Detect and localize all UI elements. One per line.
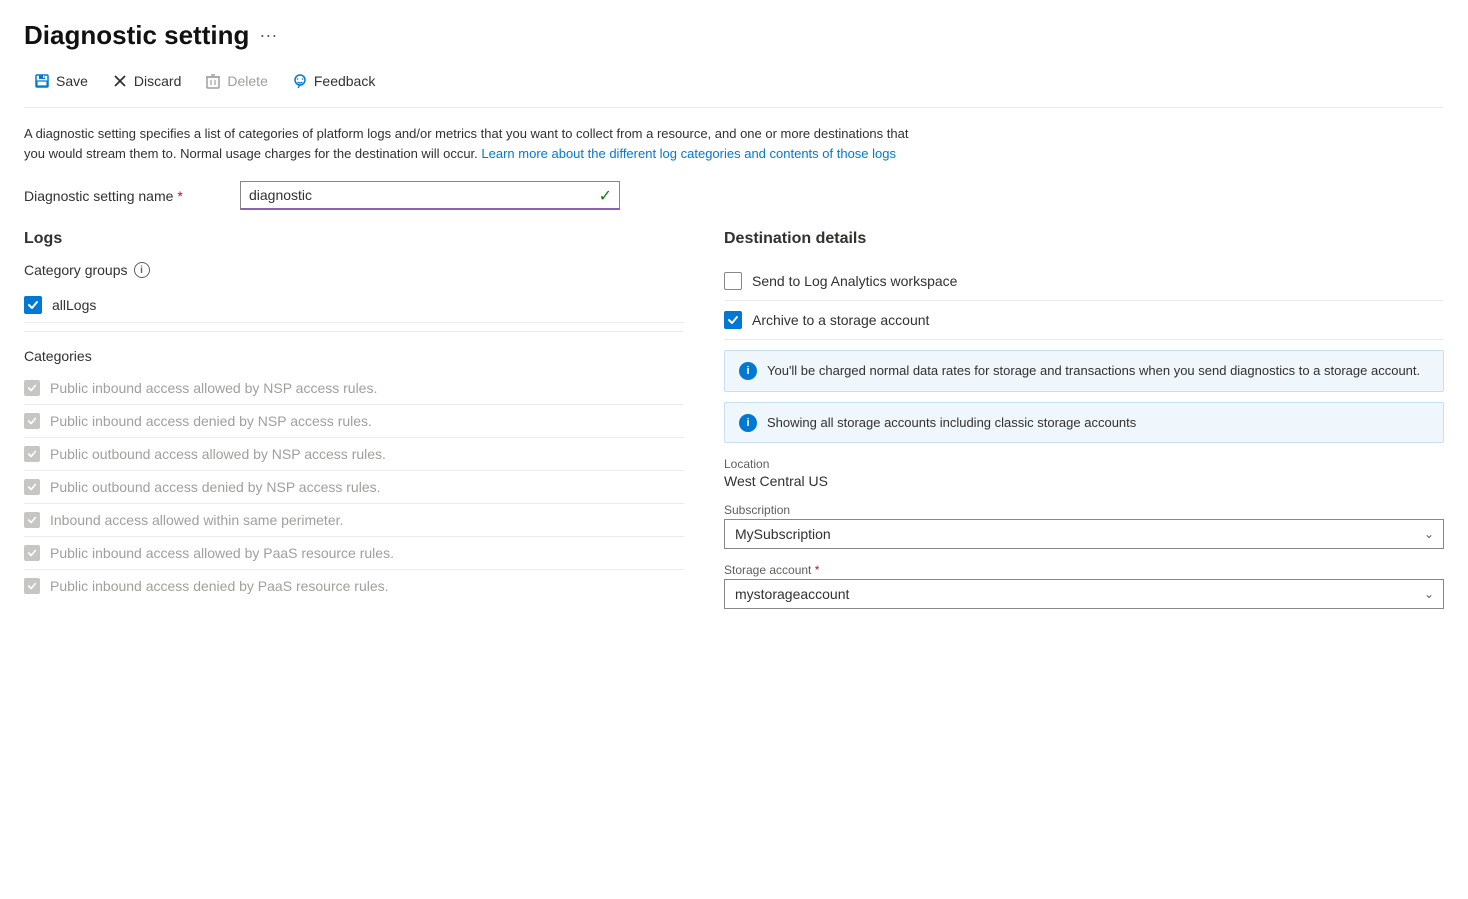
- input-valid-icon: ✓: [599, 186, 612, 206]
- categories-list: Public inbound access allowed by NSP acc…: [24, 372, 684, 602]
- main-content: Logs Category groups i allLogs Categorie…: [24, 230, 1444, 609]
- category-groups-info-icon[interactable]: i: [134, 262, 150, 278]
- feedback-button[interactable]: Feedback: [282, 67, 385, 95]
- logs-section-title: Logs: [24, 230, 684, 248]
- save-label: Save: [56, 73, 88, 89]
- category-groups-label: Category groups: [24, 262, 128, 278]
- category-row: Public outbound access denied by NSP acc…: [24, 471, 684, 504]
- storage-account-label: Storage account *: [724, 563, 1444, 577]
- log-analytics-label: Send to Log Analytics workspace: [752, 273, 957, 289]
- category-label: Inbound access allowed within same perim…: [50, 512, 343, 528]
- save-icon: [34, 73, 50, 89]
- storage-required-indicator: *: [815, 563, 820, 577]
- category-row: Public inbound access denied by NSP acce…: [24, 405, 684, 438]
- category-label: Public outbound access denied by NSP acc…: [50, 479, 381, 495]
- feedback-icon: [292, 73, 308, 89]
- category-label: Public inbound access allowed by NSP acc…: [50, 380, 377, 396]
- diagnostic-name-label: Diagnostic setting name *: [24, 188, 224, 204]
- location-value: West Central US: [724, 473, 1444, 489]
- log-analytics-row: Send to Log Analytics workspace: [724, 262, 1444, 301]
- alllogs-label: allLogs: [52, 297, 96, 313]
- destination-section: Destination details Send to Log Analytic…: [724, 230, 1444, 609]
- subscription-label: Subscription: [724, 503, 1444, 517]
- category-row: Public outbound access allowed by NSP ac…: [24, 438, 684, 471]
- category-checkbox[interactable]: [24, 479, 40, 495]
- toolbar: Save Discard Delete: [24, 67, 1444, 108]
- storage-account-dropdown[interactable]: mystorageaccount: [724, 579, 1444, 609]
- ellipsis-menu[interactable]: ···: [259, 25, 277, 46]
- diagnostic-name-row: Diagnostic setting name * ✓: [24, 181, 1444, 210]
- diagnostic-name-input-wrapper: ✓: [240, 181, 620, 210]
- category-checkbox[interactable]: [24, 446, 40, 462]
- category-row: Public inbound access allowed by PaaS re…: [24, 537, 684, 570]
- storage-info-text-2: Showing all storage accounts including c…: [767, 413, 1136, 433]
- page-title: Diagnostic setting ···: [24, 20, 1444, 51]
- subscription-dropdown-wrapper: MySubscription ⌄: [724, 519, 1444, 549]
- delete-icon: [205, 73, 221, 89]
- discard-label: Discard: [134, 73, 181, 89]
- category-label: Public inbound access denied by NSP acce…: [50, 413, 372, 429]
- alllogs-checkbox[interactable]: [24, 296, 42, 314]
- log-analytics-checkbox[interactable]: [724, 272, 742, 290]
- category-checkbox[interactable]: [24, 380, 40, 396]
- category-checkbox[interactable]: [24, 545, 40, 561]
- category-row: Public inbound access allowed by NSP acc…: [24, 372, 684, 405]
- destination-section-title: Destination details: [724, 230, 1444, 248]
- category-row: Inbound access allowed within same perim…: [24, 504, 684, 537]
- category-label: Public inbound access allowed by PaaS re…: [50, 545, 394, 561]
- archive-row: Archive to a storage account: [724, 301, 1444, 340]
- location-label: Location: [724, 457, 1444, 471]
- required-indicator: *: [177, 188, 182, 204]
- archive-checkbox[interactable]: [724, 311, 742, 329]
- delete-label: Delete: [227, 73, 267, 89]
- category-row: Public inbound access denied by PaaS res…: [24, 570, 684, 602]
- subscription-dropdown[interactable]: MySubscription: [724, 519, 1444, 549]
- title-text: Diagnostic setting: [24, 20, 249, 51]
- storage-info-banner-2: i Showing all storage accounts including…: [724, 402, 1444, 444]
- category-groups-subsection: Category groups i: [24, 262, 684, 278]
- storage-account-dropdown-wrapper: mystorageaccount ⌄: [724, 579, 1444, 609]
- subscription-group: Subscription MySubscription ⌄: [724, 503, 1444, 549]
- archive-label: Archive to a storage account: [752, 312, 929, 328]
- location-group: Location West Central US: [724, 457, 1444, 489]
- learn-more-text: Learn more about the different log categ…: [481, 146, 896, 161]
- divider: [24, 331, 684, 332]
- description-text: A diagnostic setting specifies a list of…: [24, 124, 924, 163]
- storage-account-group: Storage account * mystorageaccount ⌄: [724, 563, 1444, 609]
- save-button[interactable]: Save: [24, 67, 98, 95]
- feedback-label: Feedback: [314, 73, 375, 89]
- info-icon-1: i: [739, 362, 757, 380]
- category-checkbox[interactable]: [24, 578, 40, 594]
- discard-icon: [112, 73, 128, 89]
- categories-title: Categories: [24, 348, 684, 364]
- alllogs-row: allLogs: [24, 288, 684, 323]
- discard-button[interactable]: Discard: [102, 67, 191, 95]
- category-label: Public outbound access allowed by NSP ac…: [50, 446, 386, 462]
- storage-info-text-1: You'll be charged normal data rates for …: [767, 361, 1420, 381]
- learn-more-link[interactable]: Learn more about the different log categ…: [481, 146, 896, 161]
- info-icon-2: i: [739, 414, 757, 432]
- diagnostic-name-input[interactable]: [240, 181, 620, 210]
- category-label: Public inbound access denied by PaaS res…: [50, 578, 389, 594]
- delete-button[interactable]: Delete: [195, 67, 277, 95]
- category-checkbox[interactable]: [24, 512, 40, 528]
- logs-section: Logs Category groups i allLogs Categorie…: [24, 230, 684, 609]
- category-checkbox[interactable]: [24, 413, 40, 429]
- storage-info-banner-1: i You'll be charged normal data rates fo…: [724, 350, 1444, 392]
- categories-section: Categories Public inbound access allowed…: [24, 348, 684, 602]
